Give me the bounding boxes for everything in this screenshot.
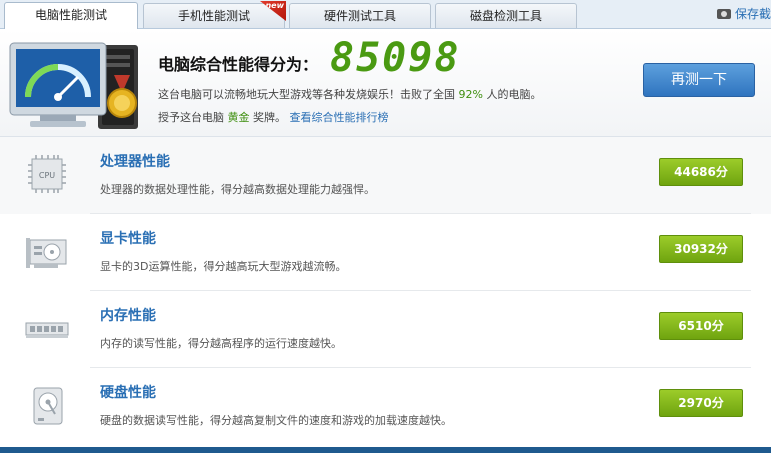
performance-list: CPU 处理器性能 处理器的数据处理性能，得分越高数据处理能力越强悍。 4468… — [0, 137, 771, 445]
retest-button[interactable]: 再测一下 — [643, 63, 755, 97]
row-description: 硬盘的数据读写性能，得分越高复制文件的速度和游戏的加载速度越快。 — [100, 414, 452, 427]
score-badge: 30932分 — [659, 235, 743, 263]
medal-name: 黄金 — [227, 111, 250, 124]
hard-disk-icon — [33, 387, 63, 425]
graphics-card-icon — [26, 238, 67, 268]
row-title[interactable]: 显卡性能 — [100, 228, 156, 248]
tab-disk-tools[interactable]: 磁盘检测工具 — [435, 3, 577, 28]
score-badge: 6510分 — [659, 312, 743, 340]
bottom-bar — [0, 447, 771, 453]
tab-hardware-tools[interactable]: 硬件测试工具 — [289, 3, 431, 28]
score-badge: 2970分 — [659, 389, 743, 417]
desc-prefix: 这台电脑可以流畅地玩大型游戏等各种发烧娱乐！击败了全国 — [158, 88, 455, 101]
tab-bar: 电脑性能测试 手机性能测试 new 硬件测试工具 磁盘检测工具 保存截 — [0, 0, 771, 29]
tab-label: 电脑性能测试 — [34, 8, 107, 22]
save-screenshot-label: 保存截 — [734, 7, 771, 21]
tab-label: 硬件测试工具 — [323, 9, 396, 23]
beat-percentage: 92% — [458, 88, 483, 101]
desc-suffix: 人的电脑。 — [486, 88, 542, 101]
list-item-memory: 内存性能 内存的读写性能，得分越高程序的运行速度越快。 6510分 — [0, 291, 771, 368]
list-item-graphics: 显卡性能 显卡的3D运算性能，得分越高玩大型游戏越流畅。 30932分 — [0, 214, 771, 291]
cpu-icon-text: CPU — [39, 171, 55, 180]
row-description: 显卡的3D运算性能，得分越高玩大型游戏越流畅。 — [100, 260, 347, 273]
row-description: 内存的读写性能，得分越高程序的运行速度越快。 — [100, 337, 342, 350]
computer-speedometer-icon — [9, 42, 138, 129]
row-title[interactable]: 内存性能 — [100, 305, 156, 325]
score-title: 电脑综合性能得分为： — [158, 55, 319, 74]
award-line: 授予这台电脑 黄金 奖牌。 查看综合性能排行榜 — [158, 109, 389, 125]
save-screenshot-button[interactable]: 保存截 — [716, 5, 771, 23]
award-suffix: 奖牌。 — [253, 111, 286, 124]
tab-phone-performance[interactable]: 手机性能测试 new — [143, 1, 286, 28]
total-score: 85098 — [330, 35, 461, 81]
camera-icon — [716, 9, 731, 19]
list-item-cpu: CPU 处理器性能 处理器的数据处理性能，得分越高数据处理能力越强悍。 4468… — [0, 137, 771, 214]
summary-panel: 电脑综合性能得分为： 85098 这台电脑可以流畅地玩大型游戏等各种发烧娱乐！击… — [0, 29, 771, 137]
ranking-link[interactable]: 查看综合性能排行榜 — [290, 111, 389, 124]
score-description: 这台电脑可以流畅地玩大型游戏等各种发烧娱乐！击败了全国 92% 人的电脑。 — [158, 86, 541, 102]
row-description: 处理器的数据处理性能，得分越高数据处理能力越强悍。 — [100, 183, 375, 196]
score-badge: 44686分 — [659, 158, 743, 186]
tab-pc-performance[interactable]: 电脑性能测试 — [4, 2, 138, 29]
row-title[interactable]: 处理器性能 — [100, 151, 170, 171]
row-title[interactable]: 硬盘性能 — [100, 382, 156, 402]
tab-label: 磁盘检测工具 — [469, 9, 542, 23]
new-badge: new — [260, 1, 286, 21]
tab-label: 手机性能测试 — [177, 9, 250, 23]
memory-icon — [25, 322, 69, 338]
award-prefix: 授予这台电脑 — [158, 111, 224, 124]
cpu-icon: CPU — [28, 155, 66, 193]
list-item-disk: 硬盘性能 硬盘的数据读写性能，得分越高复制文件的速度和游戏的加载速度越快。 29… — [0, 368, 771, 445]
